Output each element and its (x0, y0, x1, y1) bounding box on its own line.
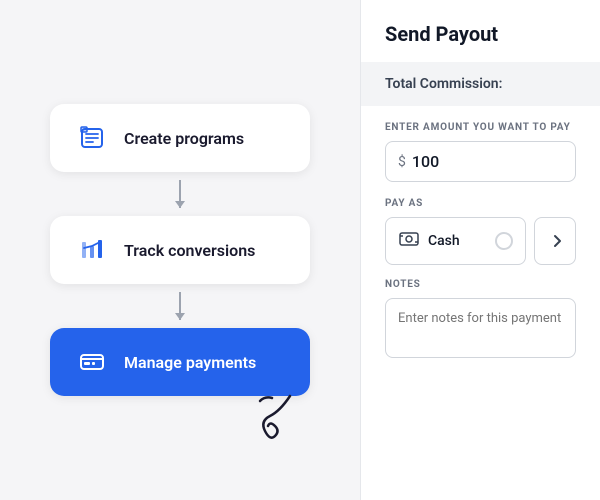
total-commission-row: Total Commission: (361, 62, 600, 106)
pay-as-label: PAY AS (385, 198, 576, 209)
step-track-conversions-label: Track conversions (124, 241, 255, 260)
programs-icon (74, 120, 110, 156)
arrow-2 (179, 292, 181, 320)
step-track-conversions[interactable]: Track conversions (50, 216, 310, 284)
notes-label: NOTES (385, 279, 576, 290)
pay-option-cash[interactable]: Cash (385, 217, 526, 265)
right-panel: Send Payout Total Commission: ENTER AMOU… (360, 0, 600, 500)
step-manage-payments-label: Manage payments (124, 353, 256, 372)
doodle-decoration (230, 376, 310, 450)
cash-icon (398, 228, 420, 254)
notes-section: NOTES (361, 265, 600, 362)
payments-icon (74, 344, 110, 380)
cash-label: Cash (428, 233, 460, 249)
currency-symbol: $ (398, 154, 406, 170)
pay-as-section: PAY AS Cash (361, 182, 600, 265)
panel-title: Send Payout (361, 0, 600, 62)
track-icon (74, 232, 110, 268)
total-commission-label: Total Commission: (385, 76, 502, 92)
amount-label: ENTER AMOUNT YOU WANT TO PAY (385, 122, 576, 133)
notes-textarea[interactable] (385, 298, 576, 358)
step-create-programs[interactable]: Create programs (50, 104, 310, 172)
step-create-programs-label: Create programs (124, 129, 244, 148)
pay-as-options: Cash (385, 217, 576, 265)
arrow-1 (179, 180, 181, 208)
pay-option-other[interactable] (534, 217, 576, 265)
amount-section: ENTER AMOUNT YOU WANT TO PAY $ 100 (361, 106, 600, 182)
amount-input-wrapper[interactable]: $ 100 (385, 141, 576, 182)
amount-value: 100 (412, 152, 439, 171)
left-panel: Create programs Track conversions Manage… (0, 0, 360, 500)
cash-radio[interactable] (495, 232, 513, 250)
